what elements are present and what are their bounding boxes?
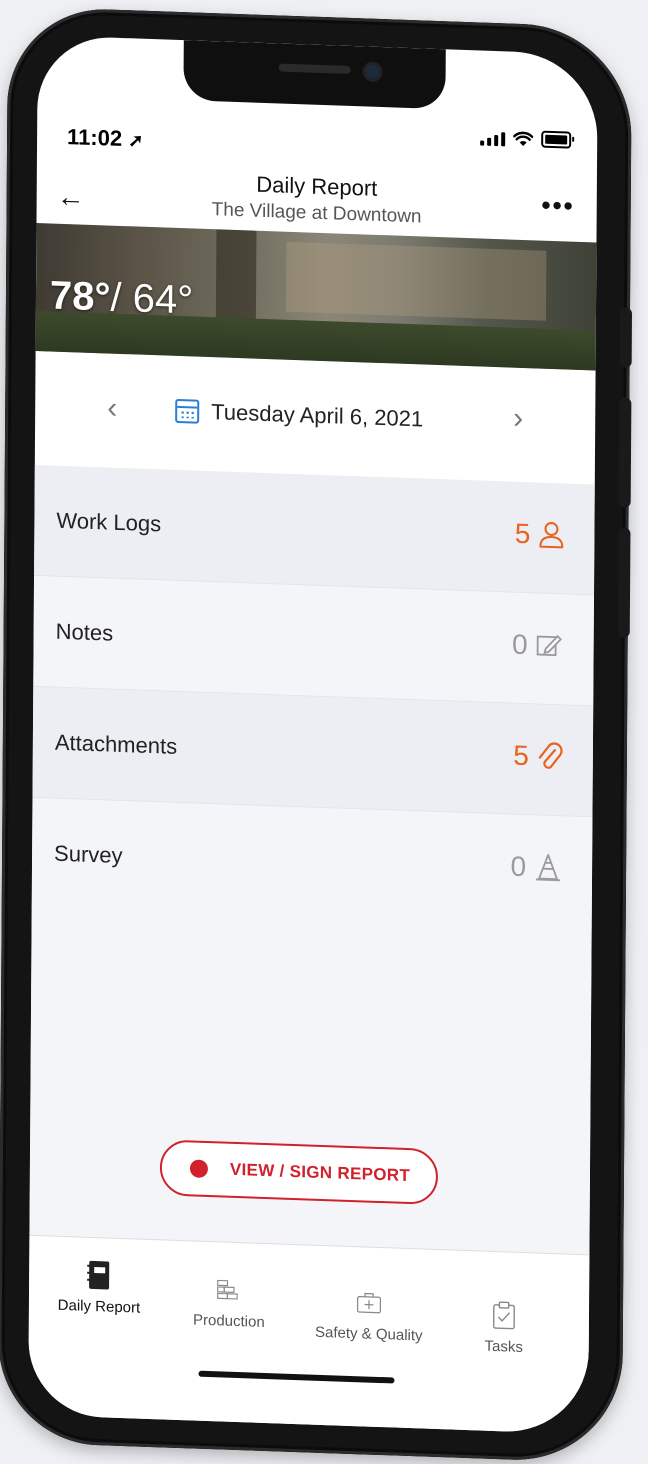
section-count: 5 — [515, 518, 531, 551]
paperclip-icon — [537, 741, 563, 772]
section-count-group: 0 — [510, 851, 562, 885]
volume-up-button — [619, 397, 632, 507]
date-picker[interactable]: Tuesday April 6, 2021 — [175, 398, 423, 433]
notebook-icon — [86, 1260, 112, 1291]
tab-tasks[interactable]: Tasks — [434, 1276, 575, 1358]
view-sign-report-button[interactable]: VIEW / SIGN REPORT — [160, 1139, 438, 1205]
section-row-notes[interactable]: Notes 0 — [33, 576, 594, 707]
battery-icon — [541, 131, 571, 149]
record-dot-icon — [190, 1159, 208, 1178]
calendar-icon — [175, 399, 199, 424]
section-label: Attachments — [55, 730, 177, 760]
user-icon — [538, 521, 564, 550]
note-edit-icon — [536, 632, 564, 659]
view-sign-report-label: VIEW / SIGN REPORT — [230, 1160, 410, 1186]
tab-label: Safety & Quality — [294, 1323, 444, 1345]
section-row-attachments[interactable]: Attachments 5 — [32, 687, 593, 818]
section-count: 0 — [512, 629, 528, 662]
status-time-text: 11:02 — [67, 124, 122, 151]
temperature-low: / 64° — [110, 276, 193, 323]
section-count: 0 — [510, 851, 526, 884]
content-filler — [29, 905, 591, 1264]
section-label: Notes — [56, 619, 114, 647]
section-count-group: 0 — [512, 629, 564, 663]
status-icons — [480, 128, 571, 148]
section-label: Survey — [54, 841, 123, 869]
first-aid-kit-icon — [356, 1287, 382, 1318]
bricks-icon — [216, 1274, 242, 1305]
camera — [366, 64, 380, 78]
app-screen: 11:02 ➚ ← Daily Report The Village at Do… — [28, 35, 598, 1434]
section-label: Work Logs — [56, 508, 161, 538]
section-row-work-logs[interactable]: Work Logs 5 — [34, 465, 595, 596]
date-navigator: ‹ Tuesday April 6, 2021 › — [35, 375, 595, 465]
wifi-icon — [513, 131, 533, 148]
temperature-high: 78° — [50, 273, 111, 319]
tab-label: Daily Report — [29, 1296, 169, 1318]
temperature-readout: 78°/ 64° — [50, 273, 194, 323]
volume-down-button — [618, 527, 631, 637]
status-time: 11:02 ➚ — [67, 124, 143, 153]
bottom-tab-bar: Daily Report Production — [28, 1235, 589, 1435]
tab-safety-quality[interactable]: Safety & Quality — [294, 1263, 445, 1345]
cellular-signal-icon — [480, 129, 505, 146]
phone-frame: 11:02 ➚ ← Daily Report The Village at Do… — [0, 6, 632, 1463]
report-sections: Work Logs 5 Notes 0 — [32, 465, 595, 928]
chevron-left-icon[interactable]: ‹ — [107, 391, 117, 425]
banner-photo-tree — [216, 229, 257, 330]
location-arrow-icon: ➚ — [128, 130, 143, 151]
tab-daily-report[interactable]: Daily Report — [29, 1236, 170, 1318]
notch — [183, 40, 445, 109]
section-count: 5 — [513, 740, 529, 773]
more-options-icon[interactable]: ••• — [541, 190, 575, 222]
weather-banner: 78°/ 64° — [36, 223, 597, 371]
silent-switch — [620, 307, 632, 367]
tab-label: Production — [159, 1310, 299, 1332]
clipboard-check-icon — [491, 1300, 517, 1331]
chevron-right-icon[interactable]: › — [513, 402, 523, 436]
speaker — [279, 63, 351, 74]
traffic-cone-icon — [534, 852, 562, 883]
section-count-group: 5 — [513, 740, 563, 774]
tab-production[interactable]: Production — [159, 1250, 300, 1332]
banner-photo-building — [286, 242, 546, 321]
section-count-group: 5 — [515, 518, 565, 552]
tab-label: Tasks — [434, 1336, 574, 1358]
current-date: Tuesday April 6, 2021 — [211, 399, 423, 432]
